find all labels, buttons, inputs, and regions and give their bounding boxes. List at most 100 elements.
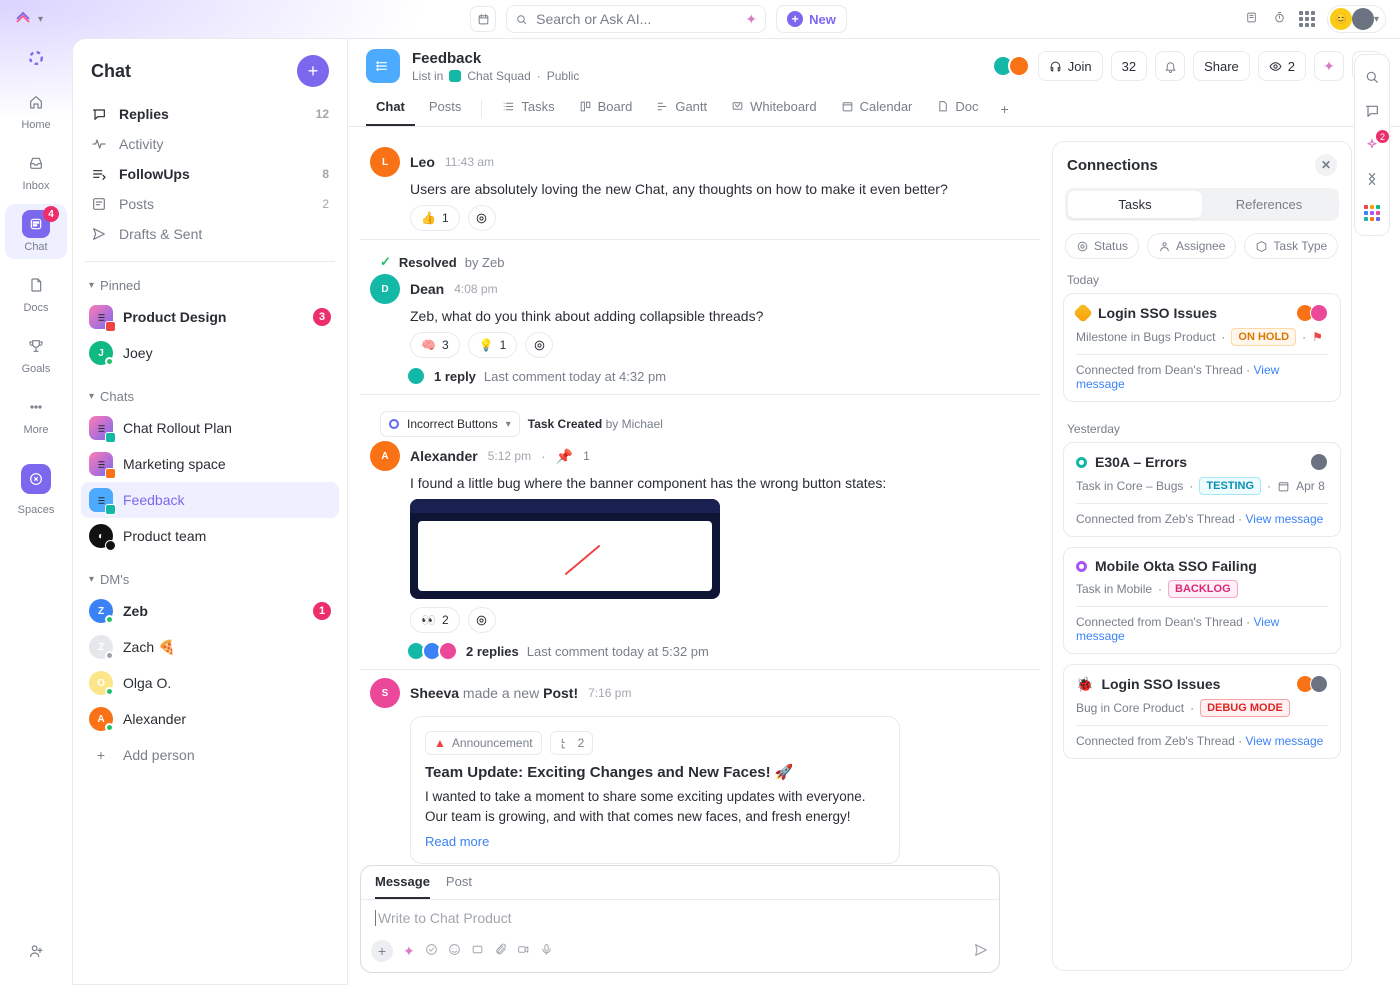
emoji-icon[interactable] <box>448 943 461 959</box>
section-pinned[interactable]: ▾Pinned <box>81 272 339 299</box>
viewers-avatars[interactable] <box>998 55 1030 77</box>
rail-inbox[interactable]: Inbox <box>5 143 67 198</box>
post-subtasks[interactable]: 2 <box>550 731 594 755</box>
rail-home[interactable]: Home <box>5 82 67 137</box>
ai-catchup-button[interactable]: 2 <box>1362 135 1382 155</box>
nav-replies[interactable]: Replies 12 <box>81 99 339 129</box>
dm-zach[interactable]: Z Zach 🍕 <box>81 629 339 665</box>
new-button[interactable]: + New <box>776 5 847 33</box>
channel-breadcrumb[interactable]: List in Chat Squad · Public <box>412 69 579 83</box>
connection-card[interactable]: Mobile Okta SSO Failing Task in Mobile·B… <box>1063 547 1341 654</box>
composer-tab-message[interactable]: Message <box>375 874 430 899</box>
comments-button[interactable] <box>1362 101 1382 121</box>
chat-feedback[interactable]: Feedback <box>81 482 339 518</box>
add-reaction[interactable] <box>468 205 496 231</box>
chat-marketing[interactable]: Marketing space <box>81 446 339 482</box>
message-author[interactable]: Alexander <box>410 448 478 464</box>
apps-grid-icon[interactable] <box>1299 11 1317 27</box>
workspace-switcher[interactable]: ▾ <box>14 10 74 28</box>
post-card[interactable]: ▲Announcement 2 Team Update: Exciting Ch… <box>410 716 900 864</box>
nav-followups[interactable]: FollowUps 8 <box>81 159 339 189</box>
video-icon[interactable] <box>517 943 530 959</box>
notepad-icon[interactable] <box>1243 11 1261 27</box>
apps-button[interactable] <box>1362 203 1382 223</box>
message-author[interactable]: Leo <box>410 154 435 170</box>
filter-type[interactable]: Task Type <box>1244 233 1338 259</box>
new-chat-button[interactable]: + <box>297 55 329 87</box>
reaction[interactable]: 👍1 <box>410 205 460 231</box>
rail-spaces[interactable] <box>21 464 51 494</box>
viewers-button[interactable]: 2 <box>1258 51 1306 81</box>
task-icon[interactable] <box>425 943 438 959</box>
post-tag[interactable]: ▲Announcement <box>425 731 542 755</box>
rail-docs[interactable]: Docs <box>5 265 67 320</box>
nav-posts[interactable]: Posts 2 <box>81 189 339 219</box>
view-message-link[interactable]: View message <box>1246 734 1324 748</box>
section-chats[interactable]: ▾Chats <box>81 383 339 410</box>
user-menu[interactable]: 😊 ▾ <box>1327 5 1386 33</box>
reaction[interactable]: 💡1 <box>468 332 518 358</box>
rail-more[interactable]: More <box>5 387 67 442</box>
chat-rollout[interactable]: Chat Rollout Plan <box>81 410 339 446</box>
close-button[interactable]: ✕ <box>1315 154 1337 176</box>
attachment-icon[interactable] <box>494 943 507 959</box>
connection-card[interactable]: 🐞Login SSO Issues Bug in Core Product·DE… <box>1063 664 1341 759</box>
gif-icon[interactable] <box>471 943 484 959</box>
tab-board[interactable]: Board <box>569 91 643 126</box>
relationships-button[interactable] <box>1362 169 1382 189</box>
chat-product-team[interactable]: ◐ Product team <box>81 518 339 554</box>
mic-icon[interactable] <box>540 943 553 959</box>
composer-input[interactable]: Write to Chat Product <box>361 900 999 936</box>
seg-references[interactable]: References <box>1202 191 1336 218</box>
ai-button[interactable]: ✦ <box>1314 51 1344 81</box>
thread-link[interactable]: 2 replies Last comment today at 5:32 pm <box>370 633 1030 661</box>
attach-button[interactable]: + <box>371 940 393 962</box>
dm-alexander[interactable]: A Alexander <box>81 701 339 737</box>
filter-assignee[interactable]: Assignee <box>1147 233 1236 259</box>
section-dms[interactable]: ▾DM's <box>81 566 339 593</box>
tab-gantt[interactable]: Gantt <box>646 91 717 126</box>
task-chip[interactable]: Incorrect Buttons▾ <box>380 411 520 437</box>
ai-icon[interactable]: ✦ <box>403 943 415 960</box>
add-reaction[interactable] <box>525 332 553 358</box>
thread-link[interactable]: 1 reply Last comment today at 4:32 pm <box>370 358 1030 386</box>
view-message-link[interactable]: View message <box>1246 512 1324 526</box>
read-more-link[interactable]: Read more <box>425 834 885 849</box>
calendar-button[interactable] <box>470 6 496 32</box>
seg-tasks[interactable]: Tasks <box>1068 191 1202 218</box>
search-input[interactable]: Search or Ask AI... ✦ <box>506 5 766 33</box>
add-person[interactable]: + Add person <box>81 737 339 773</box>
notifications-button[interactable] <box>1155 51 1185 81</box>
add-reaction[interactable] <box>468 607 496 633</box>
reaction[interactable]: 👀2 <box>410 607 460 633</box>
rail-chat[interactable]: 4 Chat <box>5 204 67 259</box>
pinned-product-design[interactable]: Product Design 3 <box>81 299 339 335</box>
nav-drafts[interactable]: Drafts & Sent <box>81 219 339 249</box>
nav-activity[interactable]: Activity <box>81 129 339 159</box>
tab-tasks[interactable]: Tasks <box>492 91 564 126</box>
invite-button[interactable] <box>5 931 67 971</box>
stopwatch-icon[interactable] <box>1271 11 1289 27</box>
reaction[interactable]: 🧠3 <box>410 332 460 358</box>
add-view-button[interactable]: + <box>993 101 1017 117</box>
tab-calendar[interactable]: Calendar <box>831 91 923 126</box>
attached-image[interactable] <box>410 499 720 599</box>
tab-whiteboard[interactable]: Whiteboard <box>721 91 826 126</box>
composer-tab-post[interactable]: Post <box>446 874 472 899</box>
connection-card[interactable]: E30A – Errors Task in Core – Bugs·TESTIN… <box>1063 442 1341 537</box>
members-count[interactable]: 32 <box>1111 51 1147 81</box>
pinned-joey[interactable]: J Joey <box>81 335 339 371</box>
tab-doc[interactable]: Doc <box>926 91 988 126</box>
share-button[interactable]: Share <box>1193 51 1250 81</box>
tab-posts[interactable]: Posts <box>419 91 472 126</box>
rail-goals[interactable]: Goals <box>5 326 67 381</box>
dm-olga[interactable]: O Olga O. <box>81 665 339 701</box>
send-button[interactable] <box>973 942 989 961</box>
dm-zeb[interactable]: Z Zeb 1 <box>81 593 339 629</box>
message-author[interactable]: Dean <box>410 281 444 297</box>
filter-status[interactable]: Status <box>1065 233 1139 259</box>
connection-card[interactable]: Login SSO Issues Milestone in Bugs Produ… <box>1063 293 1341 402</box>
search-button[interactable] <box>1362 67 1382 87</box>
join-button[interactable]: Join <box>1038 51 1103 81</box>
message-feed[interactable]: L Leo 11:43 am Users are absolutely lovi… <box>348 127 1052 985</box>
